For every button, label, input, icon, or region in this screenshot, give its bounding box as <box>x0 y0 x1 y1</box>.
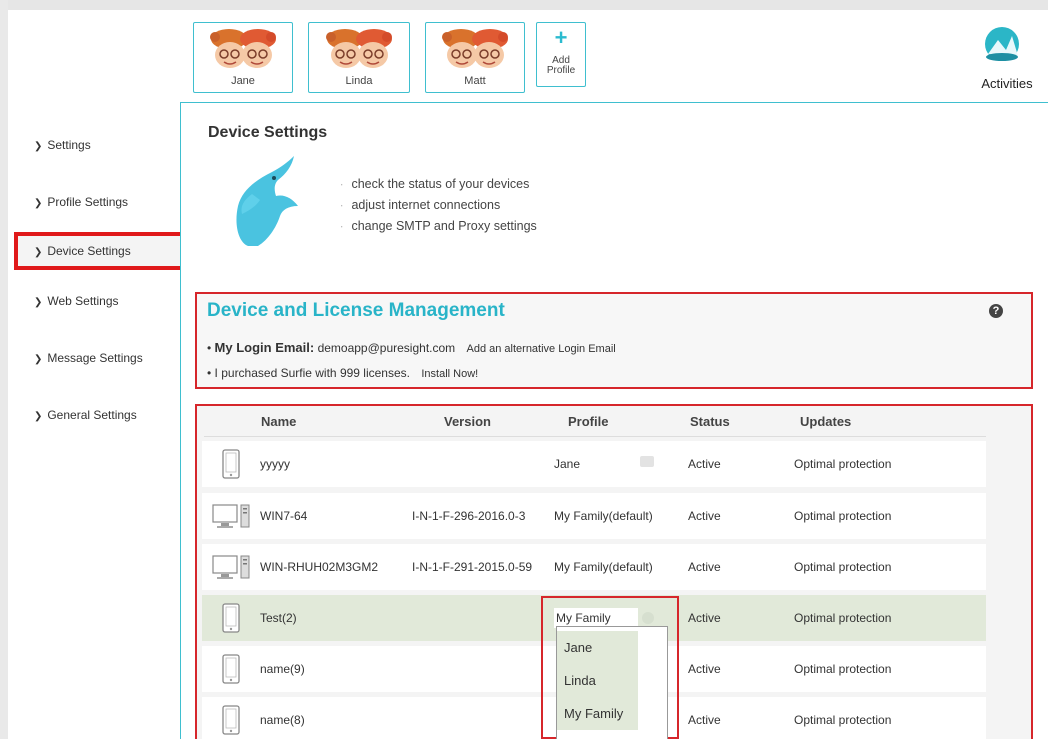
add-profile-label-2: Profile <box>546 65 576 76</box>
dropdown-option-linda[interactable]: Linda <box>557 664 638 697</box>
device-name: name(8) <box>260 713 305 727</box>
bullet-dot: • <box>207 366 212 380</box>
add-alternative-email-link[interactable]: Add an alternative Login Email <box>467 343 616 355</box>
kids-avatar-icon <box>326 29 392 68</box>
column-header-version: Version <box>444 414 491 429</box>
profile-name: Linda <box>345 75 373 87</box>
sidebar-item-label: Web Settings <box>47 294 119 308</box>
login-email-line: • My Login Email: demoapp@puresight.com … <box>207 340 616 355</box>
license-line: • I purchased Surfie with 999 licenses. … <box>207 366 478 380</box>
device-name: WIN7-64 <box>260 509 308 523</box>
chevron-right-icon: ❯ <box>34 297 43 308</box>
activities-button[interactable]: Activities <box>972 22 1042 92</box>
device-profile[interactable]: Jane <box>554 441 580 487</box>
chevron-right-icon: ❯ <box>34 198 43 209</box>
mobile-device-icon <box>222 654 240 684</box>
device-status: Active <box>688 457 721 471</box>
help-icon[interactable]: ? <box>989 304 1003 318</box>
bullet-dot: • <box>207 341 212 355</box>
profile-card-matt[interactable]: Matt <box>425 22 525 93</box>
login-email-value: demoapp@puresight.com <box>317 341 456 355</box>
sidebar-item-label: Device Settings <box>47 244 131 258</box>
kids-avatar-icon <box>210 29 276 68</box>
device-name: WIN-RHUH02M3GM2 <box>260 560 379 574</box>
sidebar-item-profile-settings[interactable]: ❯ Profile Settings <box>34 195 128 209</box>
activities-icon <box>985 27 1019 61</box>
chevron-right-icon: ❯ <box>34 354 43 365</box>
profile-card-jane[interactable]: Jane <box>193 22 293 93</box>
desktop-computer-icon <box>212 555 250 579</box>
device-status: Active <box>688 560 721 574</box>
chevron-down-icon[interactable] <box>640 456 654 467</box>
device-updates: Optimal protection <box>794 611 892 625</box>
header-divider <box>204 436 986 437</box>
window-left-edge <box>0 0 8 739</box>
device-updates: Optimal protection <box>794 457 892 471</box>
plus-icon: + <box>554 25 568 50</box>
device-updates: Optimal protection <box>794 509 892 523</box>
device-profile: My Family(default) <box>554 560 653 574</box>
add-profile-button[interactable]: + Add Profile <box>536 22 586 87</box>
feature-list: check the status of your devices adjust … <box>340 175 537 238</box>
login-email-label: My Login Email: <box>214 340 315 355</box>
feature-item: adjust internet connections <box>340 196 537 217</box>
table-row[interactable]: WIN-RHUH02M3GM2 I-N-1-F-291-2015.0-59 My… <box>202 544 986 590</box>
chevron-right-icon: ❯ <box>34 411 43 422</box>
sidebar-item-label: General Settings <box>47 408 137 422</box>
chevron-right-icon: ❯ <box>34 141 43 152</box>
activities-label: Activities <box>981 76 1033 91</box>
feature-item: change SMTP and Proxy settings <box>340 217 536 238</box>
device-status: Active <box>688 611 721 625</box>
device-version: I-N-1-F-291-2015.0-59 <box>412 560 533 574</box>
profile-name: Jane <box>231 75 255 87</box>
sidebar-item-label: Message Settings <box>47 351 143 365</box>
dolphin-mascot-icon <box>236 156 298 246</box>
table-row[interactable]: yyyyy Jane Active Optimal protection <box>202 441 986 487</box>
window-top-edge <box>0 0 1048 10</box>
sidebar-item-device-settings[interactable]: ❯ Device Settings <box>14 232 185 270</box>
license-management-title: Device and License Management <box>207 300 505 321</box>
license-management-panel: Device and License Management ? • My Log… <box>195 292 1033 389</box>
desktop-computer-icon <box>212 504 250 528</box>
install-now-link[interactable]: Install Now! <box>421 368 478 380</box>
device-name: yyyyy <box>260 457 290 471</box>
dropdown-option-my-family[interactable]: My Family <box>557 697 638 730</box>
sidebar-item-general-settings[interactable]: ❯ General Settings <box>34 408 137 422</box>
kids-avatar-icon <box>442 29 508 68</box>
device-name: Test(2) <box>260 611 297 625</box>
chevron-right-icon: ❯ <box>34 247 43 258</box>
feature-item: check the status of your devices <box>340 175 537 196</box>
device-updates: Optimal protection <box>794 662 892 676</box>
sidebar-item-web-settings[interactable]: ❯ Web Settings <box>34 294 119 308</box>
device-updates: Optimal protection <box>794 560 892 574</box>
profile-name: Matt <box>464 75 486 87</box>
license-text: I purchased Surfie with 999 licenses. <box>214 366 410 380</box>
column-header-updates: Updates <box>800 414 852 429</box>
column-header-status: Status <box>690 414 730 429</box>
device-name: name(9) <box>260 662 305 676</box>
device-status: Active <box>688 662 721 676</box>
device-status: Active <box>688 713 721 727</box>
mobile-device-icon <box>222 449 240 479</box>
sidebar-item-settings[interactable]: ❯ Settings <box>34 138 91 152</box>
mobile-device-icon <box>222 603 240 633</box>
sidebar-item-message-settings[interactable]: ❯ Message Settings <box>34 351 143 365</box>
sidebar-item-label: Profile Settings <box>47 195 129 209</box>
sidebar-item-label: Settings <box>47 138 91 152</box>
page-title: Device Settings <box>208 124 328 141</box>
profile-dropdown-list[interactable]: Jane Linda My Family <box>556 626 668 739</box>
device-version: I-N-1-F-296-2016.0-3 <box>412 509 526 523</box>
profile-card-linda[interactable]: Linda <box>308 22 410 93</box>
device-status: Active <box>688 509 721 523</box>
dropdown-option-jane[interactable]: Jane <box>557 631 638 664</box>
device-profile: My Family(default) <box>554 509 653 523</box>
device-updates: Optimal protection <box>794 713 892 727</box>
mobile-device-icon <box>222 705 240 735</box>
table-row[interactable]: WIN7-64 I-N-1-F-296-2016.0-3 My Family(d… <box>202 493 986 539</box>
column-header-name: Name <box>261 414 297 429</box>
column-header-profile: Profile <box>568 414 609 429</box>
